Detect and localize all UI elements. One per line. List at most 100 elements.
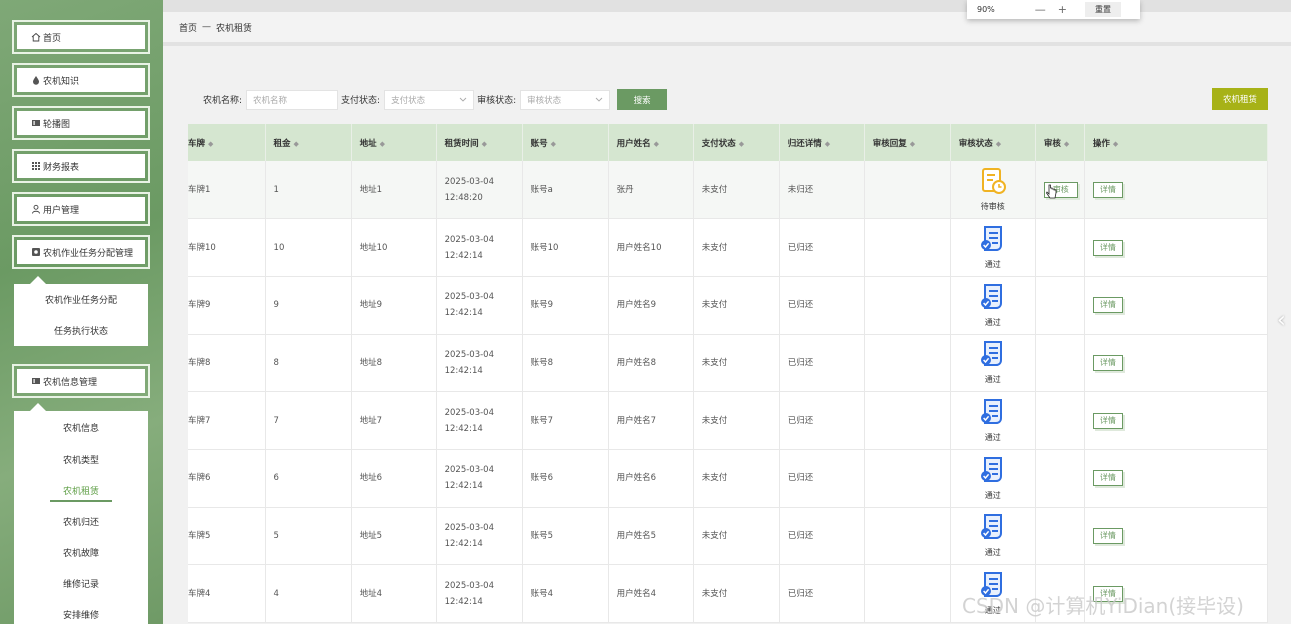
table-cell-return: 已归还: [779, 276, 865, 335]
table-cell-time: 2025-03-04 12:42:14: [436, 507, 523, 566]
watermark: CSDN @计算机YiDian(接毕设): [962, 594, 1244, 618]
approved-doc-icon: [980, 226, 1002, 252]
active-underline: [50, 500, 112, 502]
detail-button[interactable]: 详情: [1092, 297, 1123, 314]
audit-status-placeholder: 审核状态: [527, 95, 562, 106]
sidebar-item-carousel[interactable]: 轮播图: [12, 106, 150, 140]
audit-status-select[interactable]: 审核状态: [520, 89, 611, 110]
chevron-down-icon: [459, 95, 467, 105]
col-header[interactable]: 审核 ◆: [1035, 124, 1085, 161]
table-cell-plate: 车牌5: [180, 507, 266, 566]
submenu-item-machine-info[interactable]: 农机信息: [14, 411, 148, 444]
table-cell-reply: [864, 507, 951, 566]
table-cell-addr: 地址9: [351, 276, 437, 335]
add-rent-button[interactable]: 农机租赁: [1212, 88, 1268, 110]
table-cell-reply: [864, 391, 951, 450]
table-cell-plate: 车牌7: [180, 391, 266, 450]
detail-button[interactable]: 详情: [1092, 239, 1123, 256]
table-cell-account: 账号6: [522, 449, 609, 508]
col-header[interactable]: 审核回复 ◆: [864, 124, 951, 161]
table-cell-addr: 地址1: [351, 161, 437, 220]
table-cell-account: 账号a: [522, 161, 609, 220]
table-cell-reply: [864, 276, 951, 335]
table-cell-actions: 详情: [1084, 218, 1269, 277]
table-cell-audit: 审核: [1035, 161, 1085, 220]
user-icon: [31, 204, 41, 214]
submenu-item-machine-type[interactable]: 农机类型: [14, 444, 148, 475]
sidebar-item-users[interactable]: 用户管理: [12, 192, 150, 226]
col-header[interactable]: 地址 ◆: [351, 124, 437, 161]
table-cell-account: 账号9: [522, 276, 609, 335]
table-cell-audit: [1035, 276, 1085, 335]
sidebar-item-home[interactable]: 首页: [12, 20, 150, 54]
table-cell-status: 通过: [950, 218, 1036, 277]
table-cell-return: 已归还: [779, 507, 865, 566]
info-submenu: 农机信息 农机类型 农机租赁 农机归还 农机故障 维修记录 安排维修: [14, 411, 148, 624]
sidebar-item-knowledge[interactable]: 农机知识: [12, 63, 150, 97]
table-cell-actions: 详情: [1084, 391, 1269, 450]
zoom-reset-button[interactable]: 重置: [1085, 2, 1121, 17]
table-cell-account: 账号5: [522, 507, 609, 566]
table-cell-rent: 6: [265, 449, 352, 508]
table-cell-actions: 详情: [1084, 449, 1269, 508]
status-text: 通过: [984, 260, 1001, 270]
sidebar-item-machine-info[interactable]: 农机信息管理: [12, 364, 150, 398]
approved-doc-icon: [980, 283, 1002, 309]
audit-label: 审核状态:: [477, 96, 517, 106]
submenu-item-machine-return[interactable]: 农机归还: [14, 506, 148, 537]
detail-button[interactable]: 详情: [1092, 181, 1123, 198]
zoom-popup: 90% — + 重置: [967, 0, 1140, 19]
sidebar-item-finance[interactable]: 财务报表: [12, 149, 150, 183]
home-icon: [31, 32, 41, 42]
search-button[interactable]: 搜索: [617, 89, 668, 110]
col-header[interactable]: 账号 ◆: [522, 124, 609, 161]
table-cell-time: 2025-03-04 12:48:20: [436, 161, 523, 220]
table-cell-return: 已归还: [779, 334, 865, 393]
col-header[interactable]: 审核状态 ◆: [950, 124, 1036, 161]
col-header[interactable]: 租赁时间 ◆: [436, 124, 523, 161]
detail-button[interactable]: 详情: [1092, 354, 1123, 371]
zoom-out-button[interactable]: —: [1035, 3, 1046, 16]
zoom-level: 90%: [977, 5, 995, 14]
col-header[interactable]: 支付状态 ◆: [693, 124, 780, 161]
col-header[interactable]: 操作 ◆: [1084, 124, 1269, 161]
submenu-item-machine-fault[interactable]: 农机故障: [14, 537, 148, 568]
submenu-item-repair-record[interactable]: 维修记录: [14, 568, 148, 599]
status-text: 通过: [984, 317, 1001, 327]
rent-table: 车牌 ◆ 租金 ◆ 地址 ◆ 租赁时间 ◆ 账号 ◆ 用户姓名 ◆ 支付状态 ◆ 归还详情 ◆ …: [180, 124, 1269, 623]
table-cell-addr: 地址10: [351, 218, 437, 277]
table-cell-plate: 车牌1: [180, 161, 266, 220]
pay-status-placeholder: 支付状态: [391, 95, 426, 106]
table-cell-name: 用户姓名6: [608, 449, 694, 508]
status-text: 通过: [984, 490, 1001, 500]
sidebar-item-label: 农机信息管理: [43, 377, 98, 388]
table-cell-addr: 地址5: [351, 507, 437, 566]
name-input[interactable]: 农机名称: [246, 89, 339, 110]
col-header[interactable]: 用户姓名 ◆: [608, 124, 694, 161]
breadcrumb-home[interactable]: 首页: [179, 21, 197, 34]
sidebar-item-task-management[interactable]: 农机作业任务分配管理: [12, 235, 150, 269]
col-header[interactable]: 车牌 ◆: [180, 124, 266, 161]
submenu-item-schedule-repair[interactable]: 安排维修: [14, 599, 148, 624]
detail-button[interactable]: 详情: [1092, 412, 1123, 429]
col-header[interactable]: 归还详情 ◆: [779, 124, 865, 161]
submenu-item-task-assign[interactable]: 农机作业任务分配: [14, 284, 148, 315]
scroll-clip: [163, 124, 188, 624]
table-cell-time: 2025-03-04 12:42:14: [436, 218, 523, 277]
col-header[interactable]: 租金 ◆: [265, 124, 352, 161]
detail-button[interactable]: 详情: [1092, 470, 1123, 487]
table-cell-plate: 车牌4: [180, 564, 266, 623]
table-cell-return: 未归还: [779, 161, 865, 220]
table-cell-addr: 地址8: [351, 334, 437, 393]
sort-icon: ◆: [653, 139, 660, 148]
submenu-item-task-status[interactable]: 任务执行状态: [14, 315, 148, 346]
detail-button[interactable]: 详情: [1092, 527, 1123, 544]
zoom-in-button[interactable]: +: [1058, 3, 1067, 16]
chevron-left-icon[interactable]: ‹: [1277, 308, 1286, 333]
pay-status-select[interactable]: 支付状态: [384, 89, 475, 110]
sort-icon: ◆: [208, 139, 214, 148]
pay-label: 支付状态:: [341, 96, 381, 106]
sort-icon: ◆: [379, 139, 385, 148]
table-cell-addr: 地址4: [351, 564, 437, 623]
table-cell-reply: [864, 449, 951, 508]
